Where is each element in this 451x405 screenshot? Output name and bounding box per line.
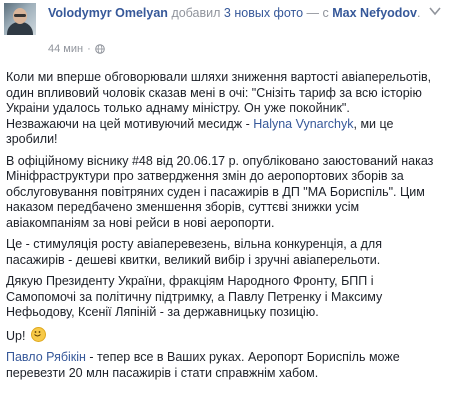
avatar-glasses — [14, 14, 26, 17]
paragraph-1-tail-before: Незважаючи на цей мотивуючий месидж - — [6, 116, 254, 131]
with-suffix: . — [417, 6, 421, 20]
post-meta: 44 мин · — [48, 43, 105, 55]
mention-pavlo[interactable]: Павло Рябікін — [6, 350, 86, 364]
added-text: добавил — [171, 6, 221, 20]
mention-halyna[interactable]: Halyna Vynarchyk — [253, 117, 353, 131]
tagged-name[interactable]: Max Nefyodov — [332, 6, 417, 20]
chevron-down-icon[interactable] — [429, 6, 441, 16]
photos-link[interactable]: 3 новых фото — [224, 6, 303, 20]
paragraph-5: Up! — [6, 326, 442, 345]
author-avatar[interactable] — [4, 3, 36, 35]
paragraph-4: Дякую Президенту України, фракціям Народ… — [6, 274, 383, 319]
post-body: Коли ми вперше обговорювали шляхи знижен… — [6, 70, 442, 387]
paragraph-1-text: Коли ми вперше обговорювали шляхи знижен… — [6, 70, 432, 115]
dot-separator: · — [87, 43, 91, 55]
post-time[interactable]: 44 мин — [48, 43, 83, 55]
author-name[interactable]: Volodymyr Omelyan — [48, 6, 168, 20]
smile-emoji — [30, 326, 46, 342]
paragraph-6: Павло Рябікін - тепер все в Ваших руках.… — [6, 350, 442, 381]
paragraph-2: В офіційному віснику #48 від 20.06.17 р.… — [6, 153, 434, 230]
paragraph-1: Коли ми вперше обговорювали шляхи знижен… — [6, 70, 442, 148]
post-header: Volodymyr Omelyan добавил 3 новых фото —… — [0, 0, 451, 62]
globe-icon — [94, 44, 105, 54]
paragraph-3: Це - стимуляція росту авіаперевезень, ві… — [6, 237, 382, 267]
header-line: Volodymyr Omelyan добавил 3 новых фото —… — [48, 5, 438, 21]
with-text: — с — [306, 6, 329, 20]
paragraph-5-text: Up! — [6, 328, 26, 343]
